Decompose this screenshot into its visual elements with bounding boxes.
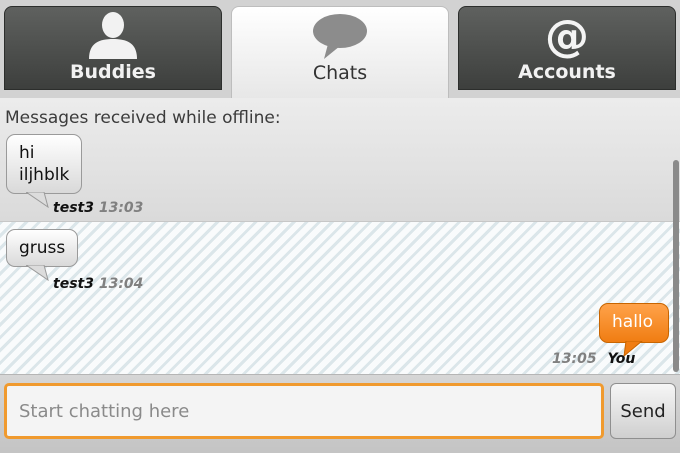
message-bubble-outgoing: hallo [599, 303, 669, 343]
message-sender: test3 [53, 276, 94, 292]
message-bubble-incoming: hi iljhblk [6, 134, 82, 194]
message-meta: test3 13:04 [53, 276, 143, 292]
message-line: hallo [612, 312, 654, 332]
tab-accounts-label: Accounts [518, 61, 616, 83]
tab-accounts[interactable]: @ Accounts [458, 6, 676, 90]
message-line: iljhblk [19, 165, 70, 185]
at-sign-icon: @ [545, 11, 589, 62]
tab-buddies[interactable]: Buddies [4, 6, 222, 90]
offline-header-text: Messages received while offline: [5, 108, 281, 128]
message-meta: test3 13:03 [53, 200, 143, 216]
input-bar: Send [0, 374, 680, 453]
conversation-area[interactable]: Messages received while offline: hi iljh… [0, 98, 680, 374]
tab-chats[interactable]: Chats [231, 6, 449, 98]
message-meta: 13:05 You [552, 351, 635, 367]
tab-buddies-label: Buddies [70, 61, 156, 83]
speech-bubble-icon [313, 14, 367, 59]
person-icon [89, 12, 137, 59]
message-time: 13:04 [98, 276, 144, 292]
message-bubble-incoming: gruss [6, 229, 78, 267]
message-sender: You [607, 351, 636, 367]
send-button[interactable]: Send [610, 383, 676, 439]
message-time: 13:03 [98, 200, 144, 216]
tab-bar: Buddies Chats @ Accounts [0, 0, 680, 98]
message-sender: test3 [53, 200, 94, 216]
bubble-tail [26, 192, 49, 208]
bubble-tail [26, 265, 49, 281]
message-line: gruss [19, 238, 66, 258]
message-line: hi [19, 143, 35, 163]
tab-chats-label: Chats [312, 62, 368, 84]
message-time: 13:05 [552, 351, 597, 367]
conversation-scrollbar[interactable] [673, 160, 679, 372]
chat-input[interactable] [4, 383, 604, 439]
